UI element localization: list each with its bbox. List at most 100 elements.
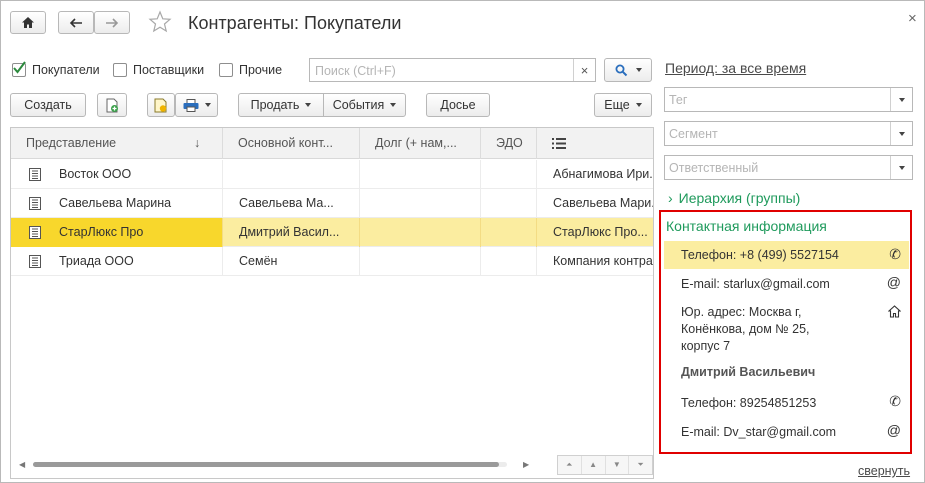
segment-dropdown-button[interactable] [890, 122, 912, 145]
contact-address-line3: корпус 7 [681, 339, 731, 353]
phone-icon[interactable]: ✆ [889, 393, 901, 410]
counterparty-icon [29, 197, 41, 210]
person-phone-text: Телефон: 89254851253 [681, 396, 817, 410]
create-copy-button[interactable] [97, 93, 127, 117]
cell-extra: Савельева Мари... [553, 196, 654, 210]
scrollbar-thumb[interactable] [33, 462, 499, 467]
search-clear-button[interactable]: × [573, 59, 595, 81]
table-row[interactable]: Восток ООО Абнагимова Ири... [11, 160, 653, 189]
cell-name: Савельева Марина [11, 189, 223, 218]
contact-phone-row[interactable]: Телефон: +8 (499) 5527154 ✆ [664, 241, 909, 269]
nav-buttons: ⏶ ▲ ▼ ⏷ [557, 455, 653, 475]
hierarchy-toggle[interactable]: › Иерархия (группы) [668, 190, 800, 206]
cell-edo [481, 218, 537, 247]
person-phone-row[interactable]: Телефон: 89254851253 ✆ [664, 390, 909, 416]
column-header-name-label: Представление [26, 136, 117, 150]
cell-edo [481, 189, 537, 218]
contact-info-title: Контактная информация [666, 218, 827, 234]
cell-debt [360, 189, 481, 218]
table-row-selected[interactable]: СтарЛюкс Про Дмитрий Васил... СтарЛюкс П… [11, 218, 653, 247]
search-button[interactable] [604, 58, 652, 82]
table-header: Представление ↓ Основной конт... Долг (+… [11, 128, 653, 159]
cell-extra: Компания контра... [553, 254, 654, 268]
events-label: События [332, 98, 385, 112]
counterparty-icon [29, 226, 41, 239]
scroll-right-icon[interactable]: ▶ [523, 460, 529, 469]
contact-address-row[interactable]: Юр. адрес: Москва г, Конёнкова, дом № 25… [664, 301, 909, 355]
counterparty-icon [29, 168, 41, 181]
forward-button[interactable] [94, 11, 130, 34]
phone-icon[interactable]: ✆ [889, 246, 901, 263]
sell-label: Продать [250, 98, 300, 112]
contact-person-name: Дмитрий Васильевич [681, 365, 816, 379]
contact-email-text: E-mail: starlux@gmail.com [681, 277, 830, 291]
scroll-left-icon[interactable]: ◀ [19, 460, 25, 469]
search-input[interactable]: Поиск (Ctrl+F) × [309, 58, 596, 82]
suppliers-checkbox[interactable] [113, 63, 127, 77]
home-button[interactable] [10, 11, 46, 34]
column-settings-button[interactable] [537, 128, 653, 159]
collapse-link[interactable]: свернуть [858, 464, 910, 478]
tag-placeholder: Тег [669, 93, 688, 107]
other-label: Прочие [239, 63, 283, 77]
sell-button[interactable]: Продать [238, 93, 324, 117]
buyers-checkbox[interactable] [12, 61, 26, 77]
report-icon [154, 98, 167, 112]
contact-email-row[interactable]: E-mail: starlux@gmail.com @ [664, 271, 909, 297]
email-at-icon[interactable]: @ [887, 274, 901, 290]
cell-name: Восток ООО [11, 160, 223, 189]
prev-page-icon[interactable]: ▲ [582, 456, 606, 474]
more-button[interactable]: Еще [594, 93, 652, 117]
table-row[interactable]: Триада ООО Семён Компания контра... [11, 247, 653, 276]
cell-contact: Савельева Ма... [223, 189, 360, 218]
events-button[interactable]: События [323, 93, 406, 117]
cell-contact [223, 160, 360, 189]
column-header-name[interactable]: Представление ↓ [11, 128, 223, 159]
cell-name: СтарЛюкс Про [11, 218, 223, 247]
create-button[interactable]: Создать [10, 93, 86, 117]
other-checkbox[interactable] [219, 63, 233, 77]
contact-info-panel: Контактная информация Телефон: +8 (499) … [659, 210, 912, 454]
more-label: Еще [604, 98, 630, 112]
printer-icon [183, 98, 198, 112]
next-page-icon[interactable]: ▼ [606, 456, 630, 474]
page-title: Контрагенты: Покупатели [188, 13, 402, 33]
close-icon[interactable]: × [908, 10, 917, 27]
table-row[interactable]: Савельева Марина Савельева Ма... Савелье… [11, 189, 653, 218]
chevron-right-icon: › [668, 190, 673, 206]
window: Контрагенты: Покупатели × Покупатели Пос… [0, 0, 925, 483]
dossier-button[interactable]: Досье [426, 93, 490, 117]
sort-down-icon: ↓ [194, 136, 201, 150]
cell-edo [481, 247, 537, 276]
contact-address-line2: Конёнкова, дом № 25, [681, 322, 810, 336]
column-header-edo[interactable]: ЭДО [481, 128, 537, 159]
suppliers-label: Поставщики [133, 63, 205, 77]
period-link[interactable]: Период: за все время [665, 60, 806, 76]
cell-edo [481, 160, 537, 189]
responsible-dropdown-button[interactable] [890, 156, 912, 179]
back-button[interactable] [58, 11, 94, 34]
column-header-contact[interactable]: Основной конт... [223, 128, 360, 159]
responsible-select[interactable]: Ответственный [664, 155, 913, 180]
horizontal-scrollbar[interactable] [33, 462, 507, 467]
cell-name: Триада ООО [11, 247, 223, 276]
first-page-icon[interactable]: ⏶ [558, 456, 582, 474]
email-at-icon[interactable]: @ [887, 422, 901, 438]
report-button[interactable] [147, 93, 175, 117]
checkmark-icon [13, 61, 26, 74]
arrow-left-icon [69, 17, 82, 28]
cell-extra: СтарЛюкс Про... [553, 225, 648, 239]
tag-select[interactable]: Тег [664, 87, 913, 112]
home-icon [22, 17, 34, 28]
counterparties-table: Представление ↓ Основной конт... Долг (+… [10, 127, 654, 479]
house-icon[interactable] [888, 305, 901, 318]
print-button[interactable] [175, 93, 218, 117]
segment-select[interactable]: Сегмент [664, 121, 913, 146]
buyers-label: Покупатели [32, 63, 100, 77]
favorite-star-icon[interactable] [148, 10, 172, 37]
person-email-row[interactable]: E-mail: Dv_star@gmail.com @ [664, 419, 909, 445]
tag-dropdown-button[interactable] [890, 88, 912, 111]
last-page-icon[interactable]: ⏷ [629, 456, 652, 474]
column-header-debt[interactable]: Долг (+ нам,... [360, 128, 481, 159]
arrow-right-icon [106, 17, 119, 28]
